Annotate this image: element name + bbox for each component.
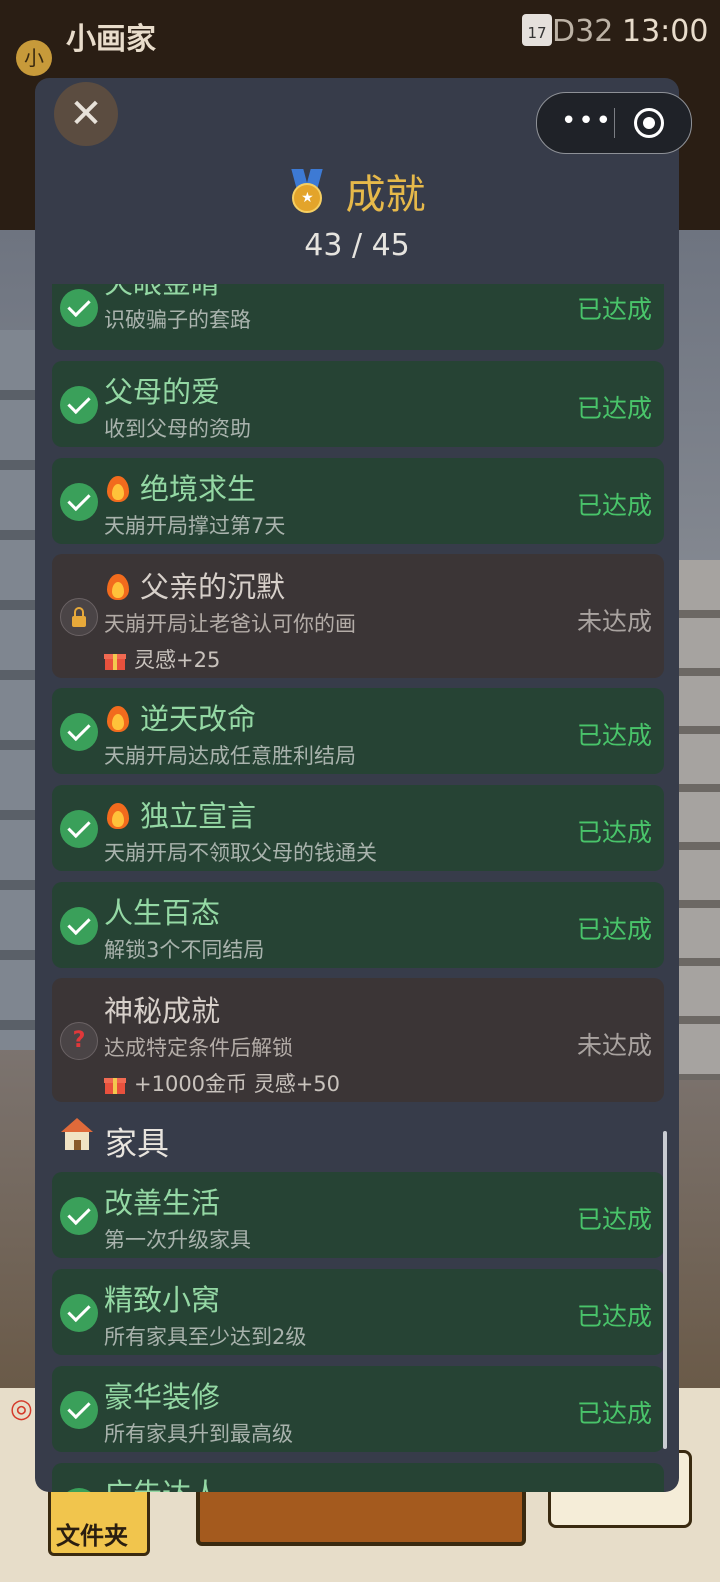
check-icon (60, 907, 98, 945)
app-title: 小画家 (66, 22, 156, 57)
target-icon: ◎ (10, 1394, 33, 1424)
achievement-status: 已达成 (576, 1205, 652, 1234)
achievement-desc: 天崩开局达成任意胜利结局 (104, 744, 356, 768)
gift-icon (104, 1074, 126, 1094)
house-icon (61, 1118, 93, 1150)
achievement-name-text: 绝境求生 (140, 472, 257, 506)
achievement-name: 父母的爱 (104, 375, 221, 409)
achievement-card: 豪华装修 所有家具升到最高级 已达成 (52, 1366, 664, 1452)
section-title: 家具 (105, 1124, 170, 1163)
check-icon (60, 1488, 98, 1492)
avatar: 小 (16, 40, 52, 76)
achievement-name-text: 逆天改命 (140, 702, 257, 736)
reward-text: +1000金币 灵感+50 (134, 1072, 341, 1096)
achievement-reward: 灵感+25 (104, 644, 220, 674)
check-icon (60, 483, 98, 521)
check-icon (60, 1391, 98, 1429)
miniprogram-capsule: ••• (536, 92, 692, 154)
calendar-icon: 17 (522, 14, 552, 46)
exit-icon[interactable] (634, 108, 664, 138)
achievement-name: 独立宣言 (104, 793, 256, 835)
capsule-divider (614, 108, 615, 138)
check-icon (60, 1197, 98, 1235)
achievement-desc: 天崩开局让老爸认可你的画 (104, 612, 356, 636)
day-label: D32 (552, 14, 614, 49)
achievement-status: 已达成 (576, 1399, 652, 1428)
lock-icon (60, 598, 98, 636)
achievement-status: 已达成 (576, 818, 652, 847)
modal-title: 成就 (345, 172, 426, 218)
achievement-name: 改善生活 (104, 1186, 221, 1220)
achievement-name-text: 独立宣言 (140, 799, 257, 833)
achievement-status: 已达成 (576, 295, 652, 324)
achievement-status: 已达成 (576, 394, 652, 423)
achievement-card: 逆天改命 天崩开局达成任意胜利结局 已达成 (52, 688, 664, 774)
fire-icon (104, 702, 132, 732)
check-icon (60, 1294, 98, 1332)
achievement-name: 火眼金睛 (104, 284, 220, 302)
achievement-card: 人生百态 解锁3个不同结局 已达成 (52, 882, 664, 968)
gift-icon (104, 650, 126, 670)
achievement-list[interactable]: 火眼金睛 识破骗子的套路 已达成 父母的爱 收到父母的资助 已达成 绝境求生 天… (35, 284, 679, 1492)
achievement-name: 神秘成就 (104, 994, 221, 1028)
achievement-desc: 天崩开局撑过第7天 (104, 514, 286, 538)
achievement-status: 已达成 (576, 915, 652, 944)
achievement-card: 广告达人 (52, 1463, 664, 1492)
fire-icon (104, 472, 132, 502)
achievement-desc: 天崩开局不领取父母的钱通关 (104, 841, 377, 865)
more-icon[interactable]: ••• (557, 93, 617, 153)
achievement-name: 豪华装修 (104, 1380, 221, 1414)
achievement-status: 未达成 (576, 607, 652, 636)
achievement-status: 已达成 (576, 491, 652, 520)
achievement-card: ? 神秘成就 达成特定条件后解锁 +1000金币 灵感+50 未达成 (52, 978, 664, 1102)
achievement-name: 绝境求生 (104, 466, 256, 508)
close-icon: ✕ (69, 91, 103, 137)
achievement-desc: 解锁3个不同结局 (104, 938, 265, 962)
achievement-card: 绝境求生 天崩开局撑过第7天 已达成 (52, 458, 664, 544)
check-icon (60, 289, 98, 327)
achievement-desc: 所有家具升到最高级 (104, 1422, 293, 1446)
achievement-name-text: 父亲的沉默 (140, 570, 286, 604)
check-icon (60, 386, 98, 424)
achievement-name: 逆天改命 (104, 696, 256, 738)
fire-icon (104, 799, 132, 829)
check-icon (60, 810, 98, 848)
achievement-card: 火眼金睛 识破骗子的套路 已达成 (52, 284, 664, 350)
time-label: 13:00 (622, 14, 709, 49)
folder-label: 文件夹 (56, 1522, 128, 1550)
achievement-reward: +1000金币 灵感+50 (104, 1068, 340, 1098)
achievement-name: 父亲的沉默 (104, 564, 285, 606)
achievement-name: 精致小窝 (104, 1283, 221, 1317)
achievement-card: 父母的爱 收到父母的资助 已达成 (52, 361, 664, 447)
achievement-desc: 第一次升级家具 (104, 1228, 251, 1252)
achievements-modal: ★ 成就 43 / 45 火眼金睛 识破骗子的套路 已达成 父母的爱 收到父母的… (35, 78, 679, 1492)
achievement-name: 人生百态 (104, 896, 221, 930)
achievement-card: 改善生活 第一次升级家具 已达成 (52, 1172, 664, 1258)
modal-header: ★ 成就 (35, 162, 679, 222)
achievement-card: 父亲的沉默 天崩开局让老爸认可你的画 灵感+25 未达成 (52, 554, 664, 678)
achievement-card: 独立宣言 天崩开局不领取父母的钱通关 已达成 (52, 785, 664, 871)
section-furniture: 家具 (61, 1118, 169, 1168)
check-icon (60, 713, 98, 751)
achievement-status: 未达成 (576, 1031, 652, 1060)
achievement-progress: 43 / 45 (304, 228, 410, 263)
fire-icon (104, 570, 132, 600)
achievement-card: 精致小窝 所有家具至少达到2级 已达成 (52, 1269, 664, 1355)
achievement-name: 广告达人 (104, 1471, 220, 1492)
achievement-desc: 收到父母的资助 (104, 417, 251, 441)
close-button[interactable]: ✕ (54, 82, 118, 146)
question-icon: ? (60, 1022, 98, 1060)
achievement-status: 已达成 (576, 721, 652, 750)
achievement-desc: 达成特定条件后解锁 (104, 1036, 293, 1060)
achievement-desc: 所有家具至少达到2级 (104, 1325, 307, 1349)
achievement-desc: 识破骗子的套路 (104, 308, 251, 332)
reward-text: 灵感+25 (134, 648, 221, 672)
scrollbar[interactable] (663, 1131, 667, 1449)
achievement-status: 已达成 (576, 1302, 652, 1331)
medal-icon: ★ (288, 169, 326, 213)
